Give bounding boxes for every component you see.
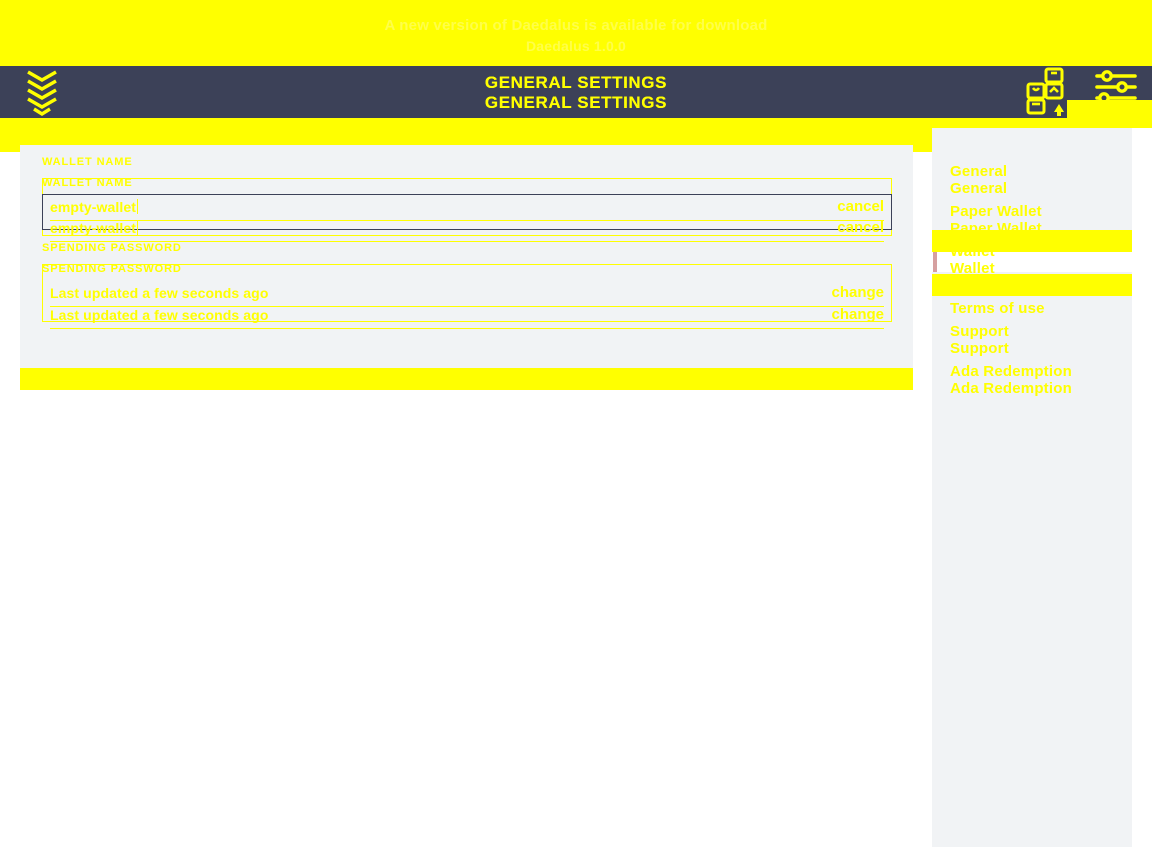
wallet-name-label: WALLET NAME [42,156,133,168]
sidebar-item-ada-redemption[interactable]: Ada Redemption Ada Redemption [932,352,1132,397]
wallet-name-input-ghost: empty-wallet [50,219,138,236]
page-title-wrap: GENERAL SETTINGS GENERAL SETTINGS [0,66,1152,118]
news-banner[interactable]: A new version of Daedalus is available f… [0,0,1152,70]
sidebar-item-label: Ada Redemption [950,363,1072,380]
text-caret-ghost [137,219,138,235]
settings-content-panel: WALLET NAME WALLET NAME empty-wallet can… [20,145,913,370]
spending-password-row-ghost: Last updated a few seconds ago change [50,301,884,329]
news-banner-line-2: Daedalus 1.0.0 [525,37,627,54]
app-root: A new version of Daedalus is available f… [0,0,1152,847]
sidebar-item-label: Wallet [950,243,995,260]
sidebar-item-paper-wallet[interactable]: Paper Wallet Paper Wallet [932,192,1132,237]
sidebar-item-label: Support [950,323,1009,340]
settings-sidebar: General General Paper Wallet Paper Walle… [932,128,1132,847]
sidebar-item-label: Terms of use [950,283,1045,300]
page-title-ghost: GENERAL SETTINGS [484,92,668,112]
page-title: GENERAL SETTINGS [484,72,668,92]
sidebar-item-wallet[interactable]: Wallet Wallet [932,232,1132,277]
spending-password-updated-text: Last updated a few seconds ago [50,284,269,301]
wallet-name-field-group: WALLET NAME WALLET NAME empty-wallet can… [42,155,892,255]
sidebar-item-general[interactable]: General General [932,152,1132,197]
sidebar-right-gutter [1132,128,1152,847]
wallet-name-row-ghost: empty-wallet cancel [50,214,884,242]
wallet-name-input[interactable]: empty-wallet [50,198,138,215]
wallet-name-cancel-button-ghost: cancel [837,219,884,236]
sidebar-item-label: General [950,163,1008,180]
spending-password-updated-text-ghost: Last updated a few seconds ago [50,306,269,323]
spending-password-change-button-ghost: change [831,306,884,323]
sidebar-item-terms-of-use[interactable]: Terms of use Terms of use [932,272,1132,317]
sidebar-item-label: Paper Wallet [950,203,1042,220]
sidebar-item-support[interactable]: Support Support [932,312,1132,357]
sidebar-item-label-ghost: Ada Redemption [950,380,1072,397]
spending-password-change-button[interactable]: change [831,284,884,301]
spending-password-label: SPENDING PASSWORD [42,242,182,254]
content-bottom-band [20,368,913,390]
wallet-name-cancel-button[interactable]: cancel [837,198,884,215]
top-bar: GENERAL SETTINGS GENERAL SETTINGS [0,66,1152,118]
text-caret [137,198,138,214]
news-banner-line-1: A new version of Daedalus is available f… [384,16,768,34]
spending-password-field-group: SPENDING PASSWORD SPENDING PASSWORD Last… [42,241,892,341]
